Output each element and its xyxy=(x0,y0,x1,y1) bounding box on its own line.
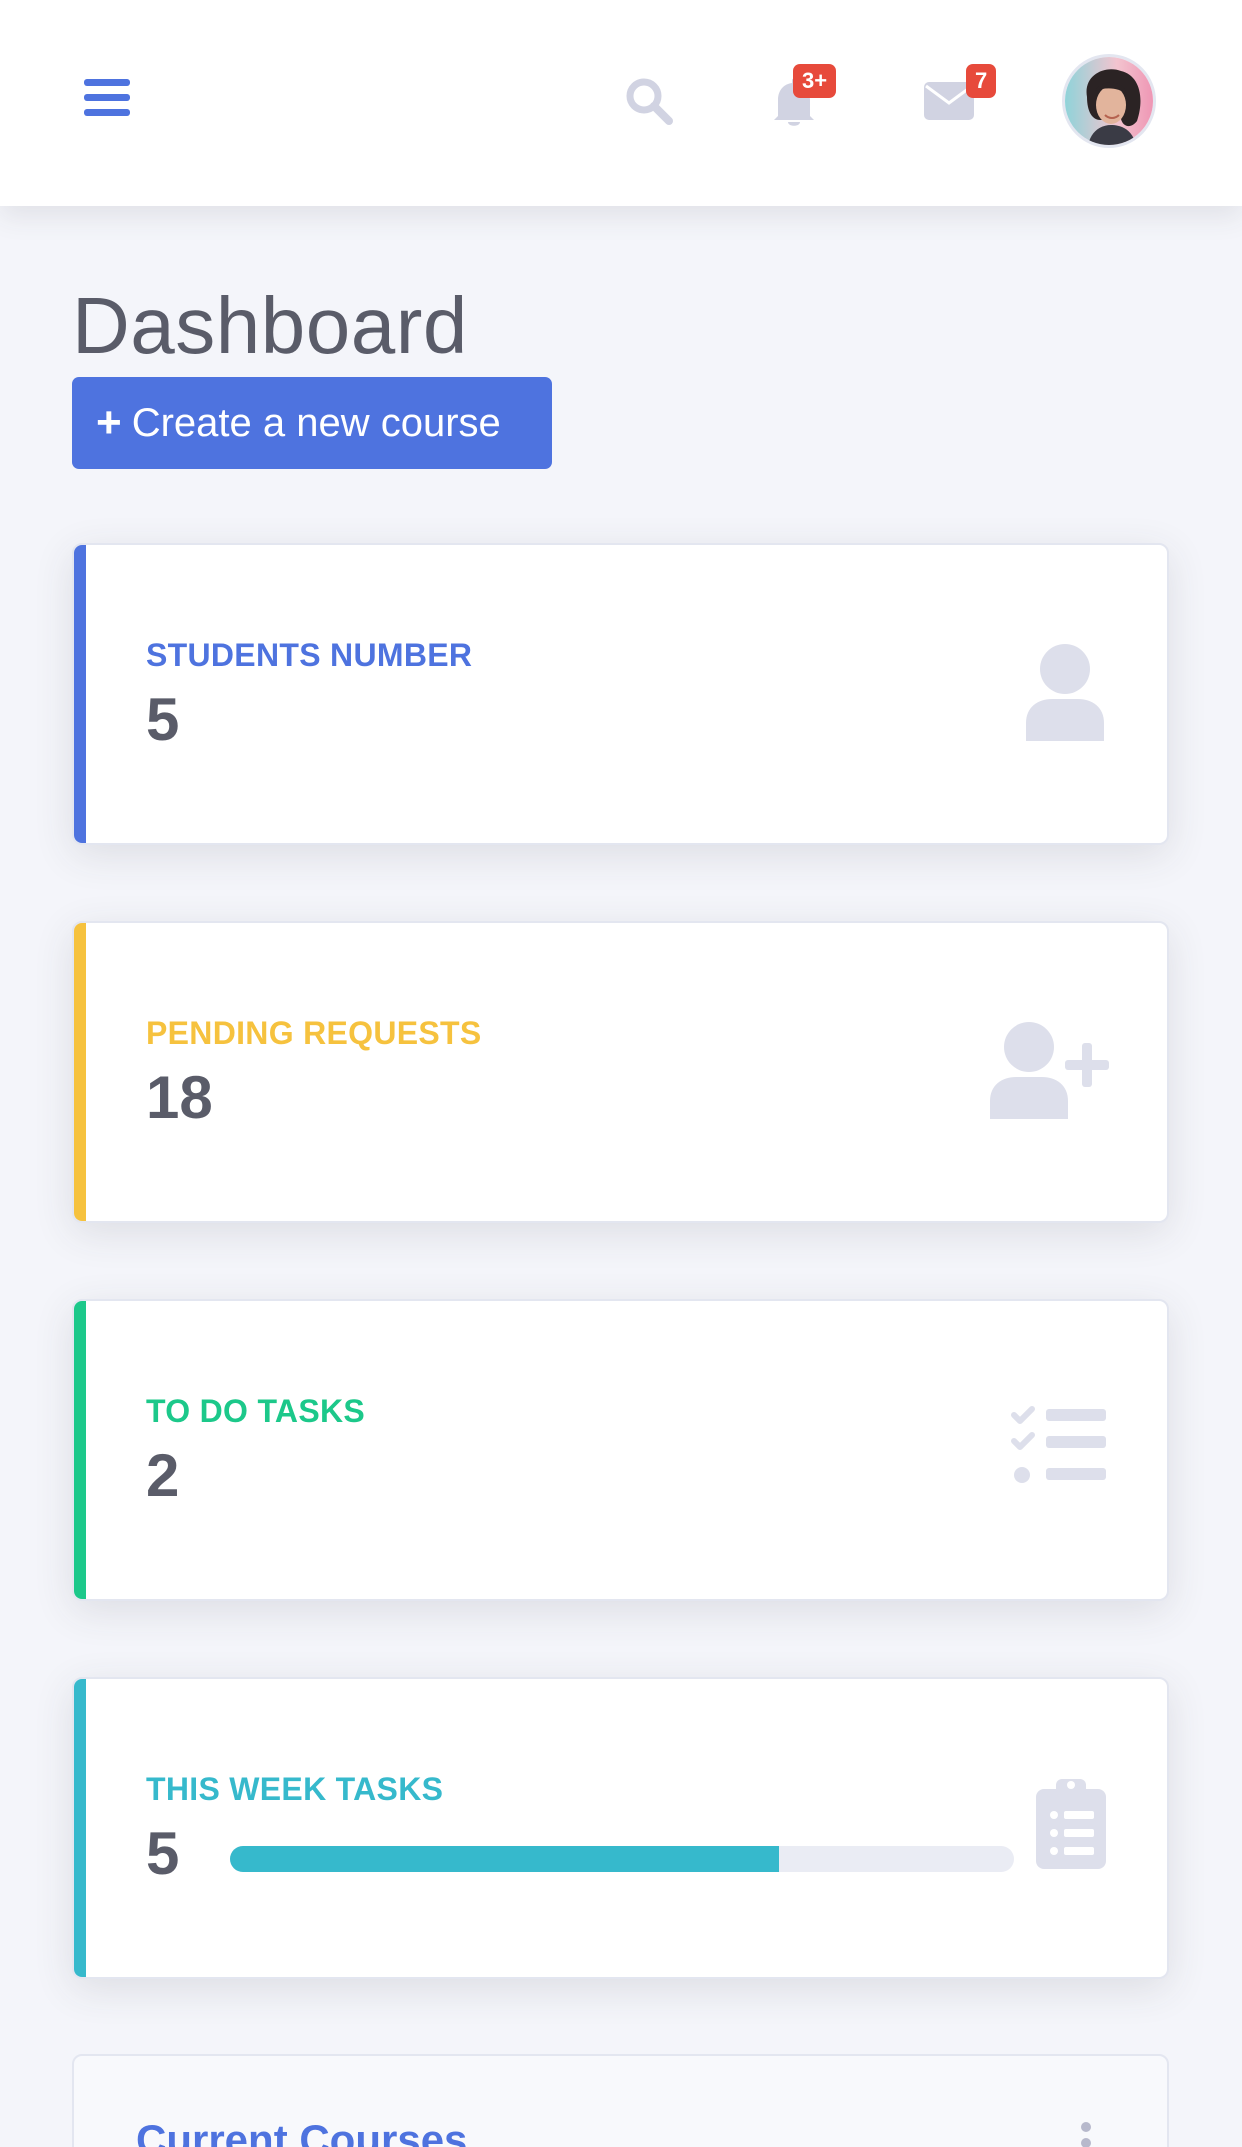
card-accent xyxy=(74,923,86,1221)
page-title: Dashboard xyxy=(72,281,468,370)
card-title: Current Courses xyxy=(136,2116,468,2147)
to-do-tasks-card: TO DO TASKS 2 xyxy=(72,1299,1169,1601)
progress-bar xyxy=(230,1846,1014,1872)
tasks-list-icon xyxy=(1010,1405,1108,1492)
card-accent xyxy=(74,1679,86,1977)
topbar: 3+ 7 xyxy=(0,0,1242,206)
this-week-tasks-card: THIS WEEK TASKS 5 xyxy=(72,1677,1169,1979)
card-value: 18 xyxy=(146,1064,213,1131)
user-plus-icon xyxy=(986,1021,1110,1124)
more-options-icon[interactable] xyxy=(1074,2116,1098,2147)
clipboard-list-icon xyxy=(1034,1775,1108,1876)
user-icon xyxy=(1022,643,1108,746)
card-label: PENDING REQUESTS xyxy=(146,1015,482,1051)
card-label: TO DO TASKS xyxy=(146,1393,366,1429)
user-avatar[interactable] xyxy=(1062,54,1156,148)
students-number-card: STUDENTS NUMBER 5 xyxy=(72,543,1169,845)
card-value: 5 xyxy=(146,686,180,753)
card-accent xyxy=(74,545,86,843)
card-value: 2 xyxy=(146,1442,180,1509)
current-courses-card: Current Courses xyxy=(72,2054,1169,2147)
menu-icon[interactable] xyxy=(84,78,130,118)
search-icon[interactable] xyxy=(624,76,674,126)
card-value: 5 xyxy=(146,1820,180,1887)
plus-icon: + xyxy=(96,398,122,447)
create-course-label: Create a new course xyxy=(131,400,501,445)
progress-fill xyxy=(230,1846,779,1872)
card-label: THIS WEEK TASKS xyxy=(146,1771,444,1807)
alerts-badge: 3+ xyxy=(793,64,837,98)
card-accent xyxy=(74,1301,86,1599)
card-label: STUDENTS NUMBER xyxy=(146,637,473,673)
pending-requests-card: PENDING REQUESTS 18 xyxy=(72,921,1169,1223)
create-course-button[interactable]: + Create a new course xyxy=(72,377,552,469)
messages-badge: 7 xyxy=(966,64,997,98)
